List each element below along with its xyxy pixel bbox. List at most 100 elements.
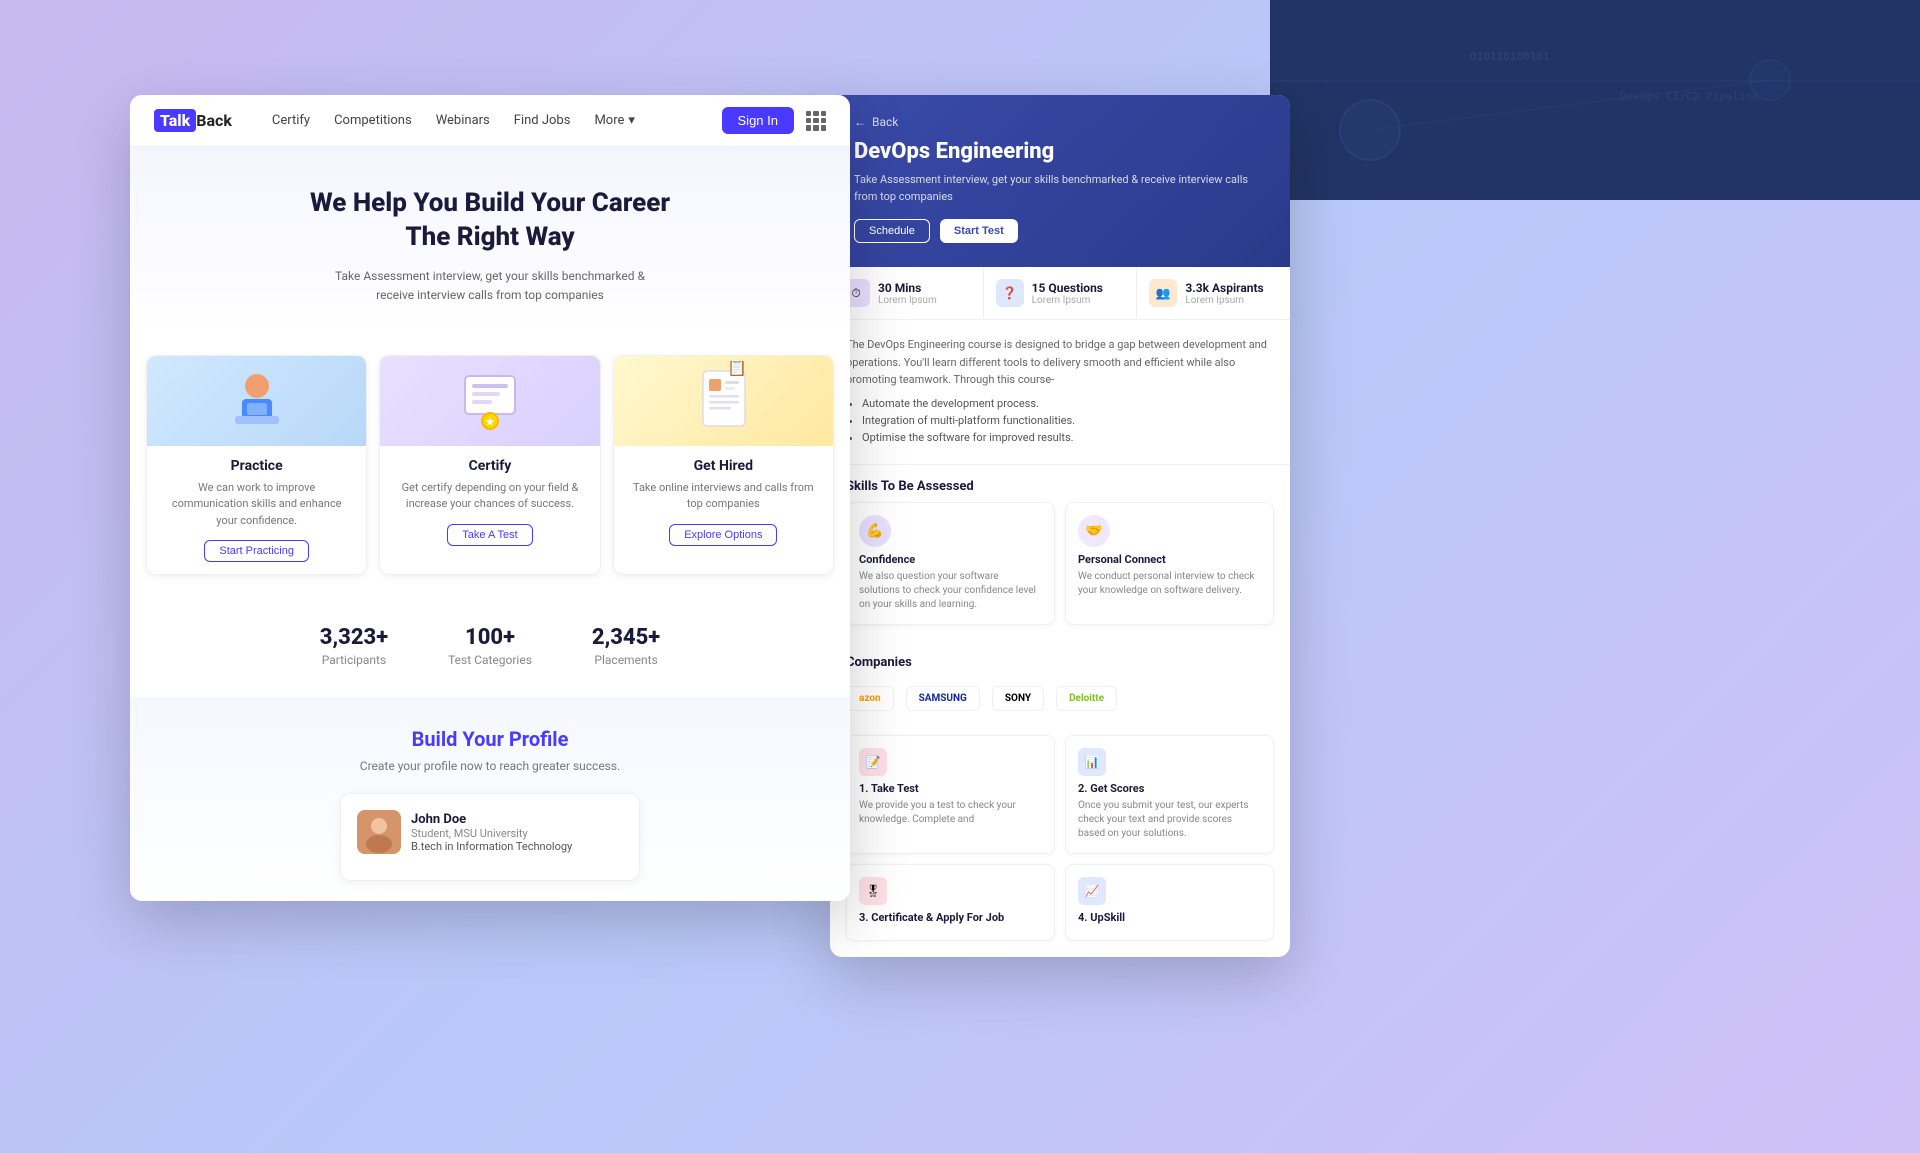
svg-text:DevOps CI/CD Pipeline: DevOps CI/CD Pipeline (1620, 90, 1759, 103)
certify-card-image: ★ (380, 356, 599, 446)
practice-card-image (147, 356, 366, 446)
participants-label: Participants (320, 653, 388, 667)
schedule-button[interactable]: Schedule (854, 219, 930, 243)
profile-name: John Doe (411, 812, 572, 827)
nav-certify[interactable]: Certify (272, 113, 310, 128)
hired-illustration: 📋 (683, 361, 763, 441)
bullet-3: Optimise the software for improved resul… (862, 431, 1274, 444)
grid-dot (821, 118, 826, 123)
placements-number: 2,345+ (592, 625, 660, 650)
rp-title: DevOps Engineering (854, 139, 1266, 164)
step4-title: 4. UpSkill (1078, 911, 1261, 924)
avatar (357, 810, 401, 854)
explore-options-button[interactable]: Explore Options (669, 524, 777, 546)
build-profile-section: Build Your Profile Create your profile n… (130, 697, 850, 901)
certify-desc: Get certify depending on your field & in… (394, 480, 585, 513)
hired-title: Get Hired (628, 458, 819, 474)
grid-menu-icon[interactable] (806, 111, 826, 131)
bullet-1: Automate the development process. (862, 397, 1274, 410)
personal-connect-desc: We conduct personal interview to check y… (1078, 570, 1261, 598)
companies-list: azon SAMSUNG SONY Deloitte (830, 678, 1290, 727)
confidence-name: Confidence (859, 553, 1042, 566)
navbar: TalkBack Certify Competitions Webinars F… (130, 95, 850, 147)
hero-section: We Help You Build Your Career The Right … (130, 147, 850, 335)
rp-stat-time: ⏱ 30 Mins Lorem Ipsum (830, 267, 984, 319)
step1-desc: We provide you a test to check your know… (859, 799, 1042, 827)
grid-dot (813, 111, 818, 116)
step3-title: 3. Certificate & Apply For Job (859, 911, 1042, 924)
rp-hero: ← Back DevOps Engineering Take Assessmen… (830, 95, 1290, 267)
placements-stat: 2,345+ Placements (592, 625, 660, 667)
step-upskill: 📈 4. UpSkill (1065, 864, 1274, 941)
steps-section: 📝 1. Take Test We provide you a test to … (830, 727, 1290, 957)
step-take-test: 📝 1. Take Test We provide you a test to … (846, 735, 1055, 854)
personal-connect-icon: 🤝 (1078, 515, 1110, 547)
hired-desc: Take online interviews and calls from to… (628, 480, 819, 513)
sign-in-button[interactable]: Sign In (722, 107, 794, 134)
personal-connect-name: Personal Connect (1078, 553, 1261, 566)
company-deloitte: Deloitte (1056, 686, 1117, 711)
questions-icon: ❓ (996, 279, 1024, 307)
stats-section: 3,323+ Participants 100+ Test Categories… (130, 595, 850, 697)
logo[interactable]: TalkBack (154, 109, 232, 132)
profile-top: John Doe Student, MSU University B.tech … (357, 810, 623, 854)
step1-title: 1. Take Test (859, 782, 1042, 795)
confidence-icon: 💪 (859, 515, 891, 547)
skill-personal-connect: 🤝 Personal Connect We conduct personal i… (1065, 502, 1274, 625)
step1-icon: 📝 (859, 748, 887, 776)
nav-find-jobs[interactable]: Find Jobs (514, 113, 571, 128)
rp-stat-questions-info: 15 Questions Lorem Ipsum (1032, 281, 1103, 306)
practice-desc: We can work to improve communication ski… (161, 480, 352, 530)
step1-number: 1. (859, 782, 871, 795)
rp-description: The DevOps Engineering course is designe… (830, 320, 1290, 465)
aspirants-icon: 👥 (1149, 279, 1177, 307)
categories-label: Test Categories (448, 653, 532, 667)
practice-title: Practice (161, 458, 352, 474)
nav-more[interactable]: More ▾ (594, 113, 634, 128)
rp-subtitle: Take Assessment interview, get your skil… (854, 172, 1266, 205)
main-browser-window: TalkBack Certify Competitions Webinars F… (130, 95, 850, 901)
back-button[interactable]: ← Back (854, 115, 1266, 129)
profile-card: John Doe Student, MSU University B.tech … (340, 793, 640, 881)
profile-role: Student, MSU University (411, 827, 572, 840)
grid-dot (821, 125, 826, 130)
practice-illustration (217, 361, 297, 441)
company-sony: SONY (992, 686, 1044, 711)
take-test-button[interactable]: Take A Test (447, 524, 532, 546)
nav-webinars[interactable]: Webinars (436, 113, 490, 128)
bullet-2: Integration of multi-platform functional… (862, 414, 1274, 427)
step3-number: 3. (859, 911, 871, 924)
rp-stat-aspirants-info: 3.3k Aspirants Lorem Ipsum (1185, 281, 1263, 306)
hero-heading: We Help You Build Your Career The Right … (154, 187, 826, 255)
certify-card: ★ Certify Get certify depending on your … (379, 355, 600, 576)
svg-text:★: ★ (486, 417, 495, 428)
grid-dot (821, 111, 826, 116)
background-image-overlay: 010110100101 DevOps CI/CD Pipeline (1270, 0, 1920, 200)
start-practicing-button[interactable]: Start Practicing (204, 540, 309, 562)
rp-stat-aspirants: 👥 3.3k Aspirants Lorem Ipsum (1137, 267, 1290, 319)
get-hired-card: 📋 Get Hired Take online interviews and c… (613, 355, 834, 576)
rp-hero-buttons: Schedule Start Test (854, 219, 1266, 243)
step2-icon: 📊 (1078, 748, 1106, 776)
logo-back: Back (196, 111, 232, 130)
build-profile-subtext: Create your profile now to reach greater… (154, 759, 826, 773)
categories-stat: 100+ Test Categories (448, 625, 532, 667)
back-arrow-icon: ← (854, 115, 866, 129)
nav-actions: Sign In (722, 107, 826, 134)
start-test-button[interactable]: Start Test (940, 219, 1018, 243)
grid-dot (806, 111, 811, 116)
svg-text:📋: 📋 (727, 361, 747, 377)
logo-talk: Talk (154, 109, 196, 132)
participants-stat: 3,323+ Participants (320, 625, 388, 667)
step4-icon: 📈 (1078, 877, 1106, 905)
participants-number: 3,323+ (320, 625, 388, 650)
practice-card: Practice We can work to improve communic… (146, 355, 367, 576)
step-get-scores: 📊 2. Get Scores Once you submit your tes… (1065, 735, 1274, 854)
nav-competitions[interactable]: Competitions (334, 113, 412, 128)
step2-title: 2. Get Scores (1078, 782, 1261, 795)
rp-desc-bullets: Automate the development process. Integr… (846, 397, 1274, 444)
rp-stat-questions: ❓ 15 Questions Lorem Ipsum (984, 267, 1138, 319)
skill-confidence: 💪 Confidence We also question your softw… (846, 502, 1055, 625)
grid-dot (813, 125, 818, 130)
hero-subtext: Take Assessment interview, get your skil… (320, 267, 660, 305)
